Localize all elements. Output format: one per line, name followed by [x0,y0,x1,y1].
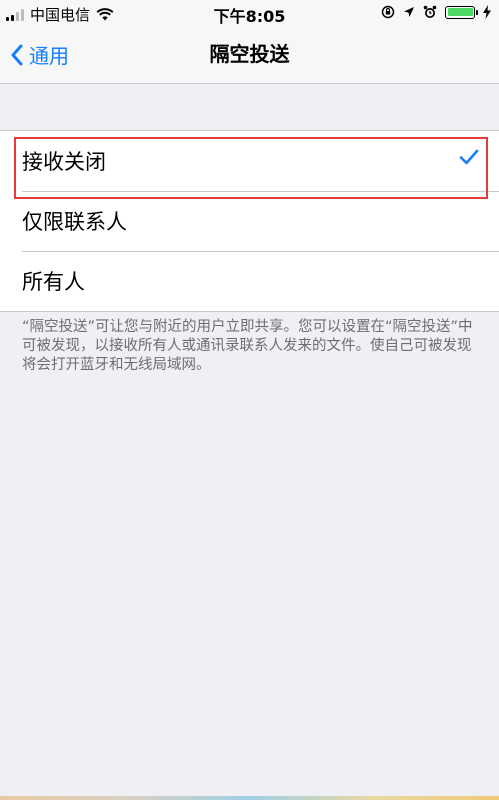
status-bar: 中国电信 下午8:05 [0,0,499,26]
checkmark-icon [459,149,479,165]
option-label: 接收关闭 [22,150,106,174]
bottom-strip [0,796,499,800]
charging-icon [483,5,491,19]
location-icon [404,7,414,17]
status-right [381,5,491,19]
option-everyone[interactable]: 所有人 [0,251,499,311]
page-title: 隔空投送 [209,42,290,66]
battery-icon [445,5,478,19]
alarm-icon [423,5,437,18]
footer-description: “隔空投送”可让您与附近的用户立即共享。您可以设置在“隔空投送”中可被发现，以接… [22,319,473,373]
navigation-bar: 通用 隔空投送 [0,26,499,84]
option-contacts-only[interactable]: 仅限联系人 [0,191,499,251]
orientation-lock-icon [381,5,395,19]
option-label: 所有人 [22,270,85,294]
option-label: 仅限联系人 [22,210,127,234]
option-receiving-off[interactable]: 接收关闭 [0,131,499,191]
airdrop-options-list: 接收关闭 仅限联系人 所有人 [0,130,499,312]
